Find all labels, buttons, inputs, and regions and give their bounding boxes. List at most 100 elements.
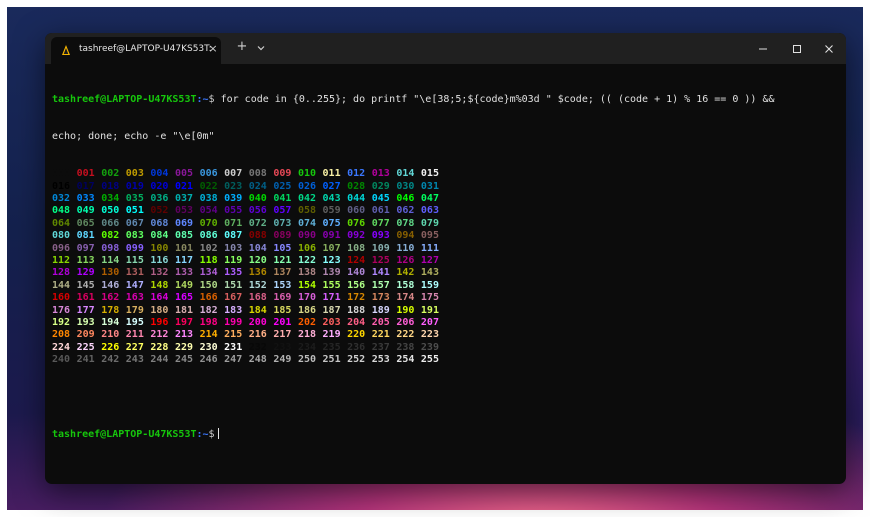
color-row: 080 081 082 083 084 085 086 087 088 089 090 091 092 0… [52,230,840,242]
color-code-78: 078 [396,217,415,229]
color-code-95: 095 [420,230,439,242]
color-code-72: 072 [248,217,267,229]
minimize-icon [759,48,767,49]
color-code-146: 146 [101,279,120,291]
color-code-148: 148 [150,279,169,291]
maximize-button[interactable] [780,33,814,64]
close-window-button[interactable] [812,33,846,64]
color-code-204: 204 [347,316,366,328]
new-tab-button[interactable]: + [235,40,249,54]
color-code-99: 099 [125,242,144,254]
color-code-108: 108 [347,242,366,254]
color-code-77: 077 [371,217,390,229]
color-code-154: 154 [297,279,316,291]
color-code-9: 009 [273,168,292,180]
color-code-21: 021 [174,180,194,192]
color-code-172: 172 [347,292,366,304]
color-code-23: 023 [224,180,243,192]
color-code-11: 011 [322,168,341,180]
color-code-223: 223 [420,329,439,341]
color-code-252: 252 [347,354,366,366]
color-code-117: 117 [174,254,194,266]
color-code-180: 180 [150,304,169,316]
color-row: 032 033 034 035 036 037 038 039 040 041 042 043 044 0… [52,193,840,205]
color-code-105: 105 [273,242,292,254]
color-code-158: 158 [396,279,415,291]
color-code-255: 255 [420,354,439,366]
color-code-94: 094 [396,230,415,242]
color-code-138: 138 [297,267,316,279]
color-code-56: 056 [248,205,267,217]
color-code-75: 075 [322,217,341,229]
color-code-28: 028 [347,180,366,192]
color-code-10: 010 [297,168,316,180]
tab-title: tashreef@LAPTOP-U47KS53T: [79,44,212,54]
color-code-97: 097 [76,242,95,254]
color-code-122: 122 [297,254,316,266]
color-code-19: 019 [125,180,144,192]
color-code-224: 224 [52,341,71,353]
color-code-155: 155 [322,279,341,291]
minimize-button[interactable] [746,33,780,64]
color-code-151: 151 [224,279,243,291]
color-code-121: 121 [273,254,292,266]
color-code-3: 003 [125,168,144,180]
color-code-207: 207 [420,316,439,328]
color-code-27: 027 [322,180,341,192]
color-row: 192 193 194 195 196 197 198 199 200 201 202 203 204 2… [52,317,840,329]
color-code-44: 044 [347,193,366,204]
color-row: 000 001 002 003 004 005 006 007 008 009 010 011 012 0… [52,168,840,180]
color-code-196: 196 [150,316,169,328]
color-code-233: 233 [273,341,292,353]
text-cursor [217,428,219,440]
tab-close-button[interactable]: × [207,43,219,55]
color-code-34: 034 [101,193,120,204]
command-text-continued: echo; done; echo -e "\e[0m" [52,131,215,143]
color-code-236: 236 [347,341,366,353]
color-code-76: 076 [347,217,366,229]
color-code-177: 177 [76,304,95,316]
command-line-1: tashreef@LAPTOP-U47KS53T:~$ for code in … [52,94,840,106]
color-code-58: 058 [297,205,316,217]
color-code-71: 071 [224,217,243,229]
chevron-down-icon[interactable] [255,42,267,54]
color-code-211: 211 [125,329,144,341]
color-code-205: 205 [371,316,390,328]
color-code-5: 005 [174,168,194,180]
color-code-14: 014 [396,168,415,180]
terminal-output[interactable]: tashreef@LAPTOP-U47KS53T:~$ for code in … [52,69,840,479]
final-prompt-user: tashreef@LAPTOP-U47KS53T [52,429,197,441]
color-code-246: 246 [199,354,218,366]
color-code-202: 202 [297,316,316,328]
color-code-225: 225 [76,341,95,353]
color-code-25: 025 [273,180,292,192]
color-code-31: 031 [420,180,439,192]
color-code-26: 026 [297,180,316,192]
color-code-215: 215 [224,329,243,341]
color-code-59: 059 [322,205,341,217]
color-code-254: 254 [396,354,415,366]
color-code-88: 088 [248,230,267,242]
final-prompt-line: tashreef@LAPTOP-U47KS53T:~$ [52,428,840,440]
title-bar[interactable]: tashreef@LAPTOP-U47KS53T: × + [45,33,846,64]
color-row: 144 145 146 147 148 149 150 151 152 153 154 155 156 1… [52,280,840,292]
color-code-132: 132 [150,267,169,279]
color-code-50: 050 [101,205,120,217]
color-code-63: 063 [420,205,439,217]
color-code-116: 116 [150,254,169,266]
color-row: 208 209 210 211 212 213 214 215 216 217 218 219 220 2… [52,329,840,341]
color-code-198: 198 [199,316,218,328]
color-code-81: 081 [76,230,95,242]
color-code-143: 143 [420,267,439,279]
color-code-115: 115 [125,254,144,266]
color-code-144: 144 [52,279,71,291]
color-code-30: 030 [396,180,415,192]
color-code-29: 029 [371,180,390,192]
color-code-161: 161 [76,292,95,304]
color-row: 016 017 018 019 020 021 022 023 024 025 026 027 028 0… [52,181,840,193]
color-row: 176 177 178 179 180 181 182 183 184 185 186 187 188 1… [52,305,840,317]
color-code-120: 120 [248,254,267,266]
color-code-110: 110 [396,242,415,254]
tab-terminal[interactable]: tashreef@LAPTOP-U47KS53T: × [51,37,221,64]
color-code-141: 141 [371,267,390,279]
